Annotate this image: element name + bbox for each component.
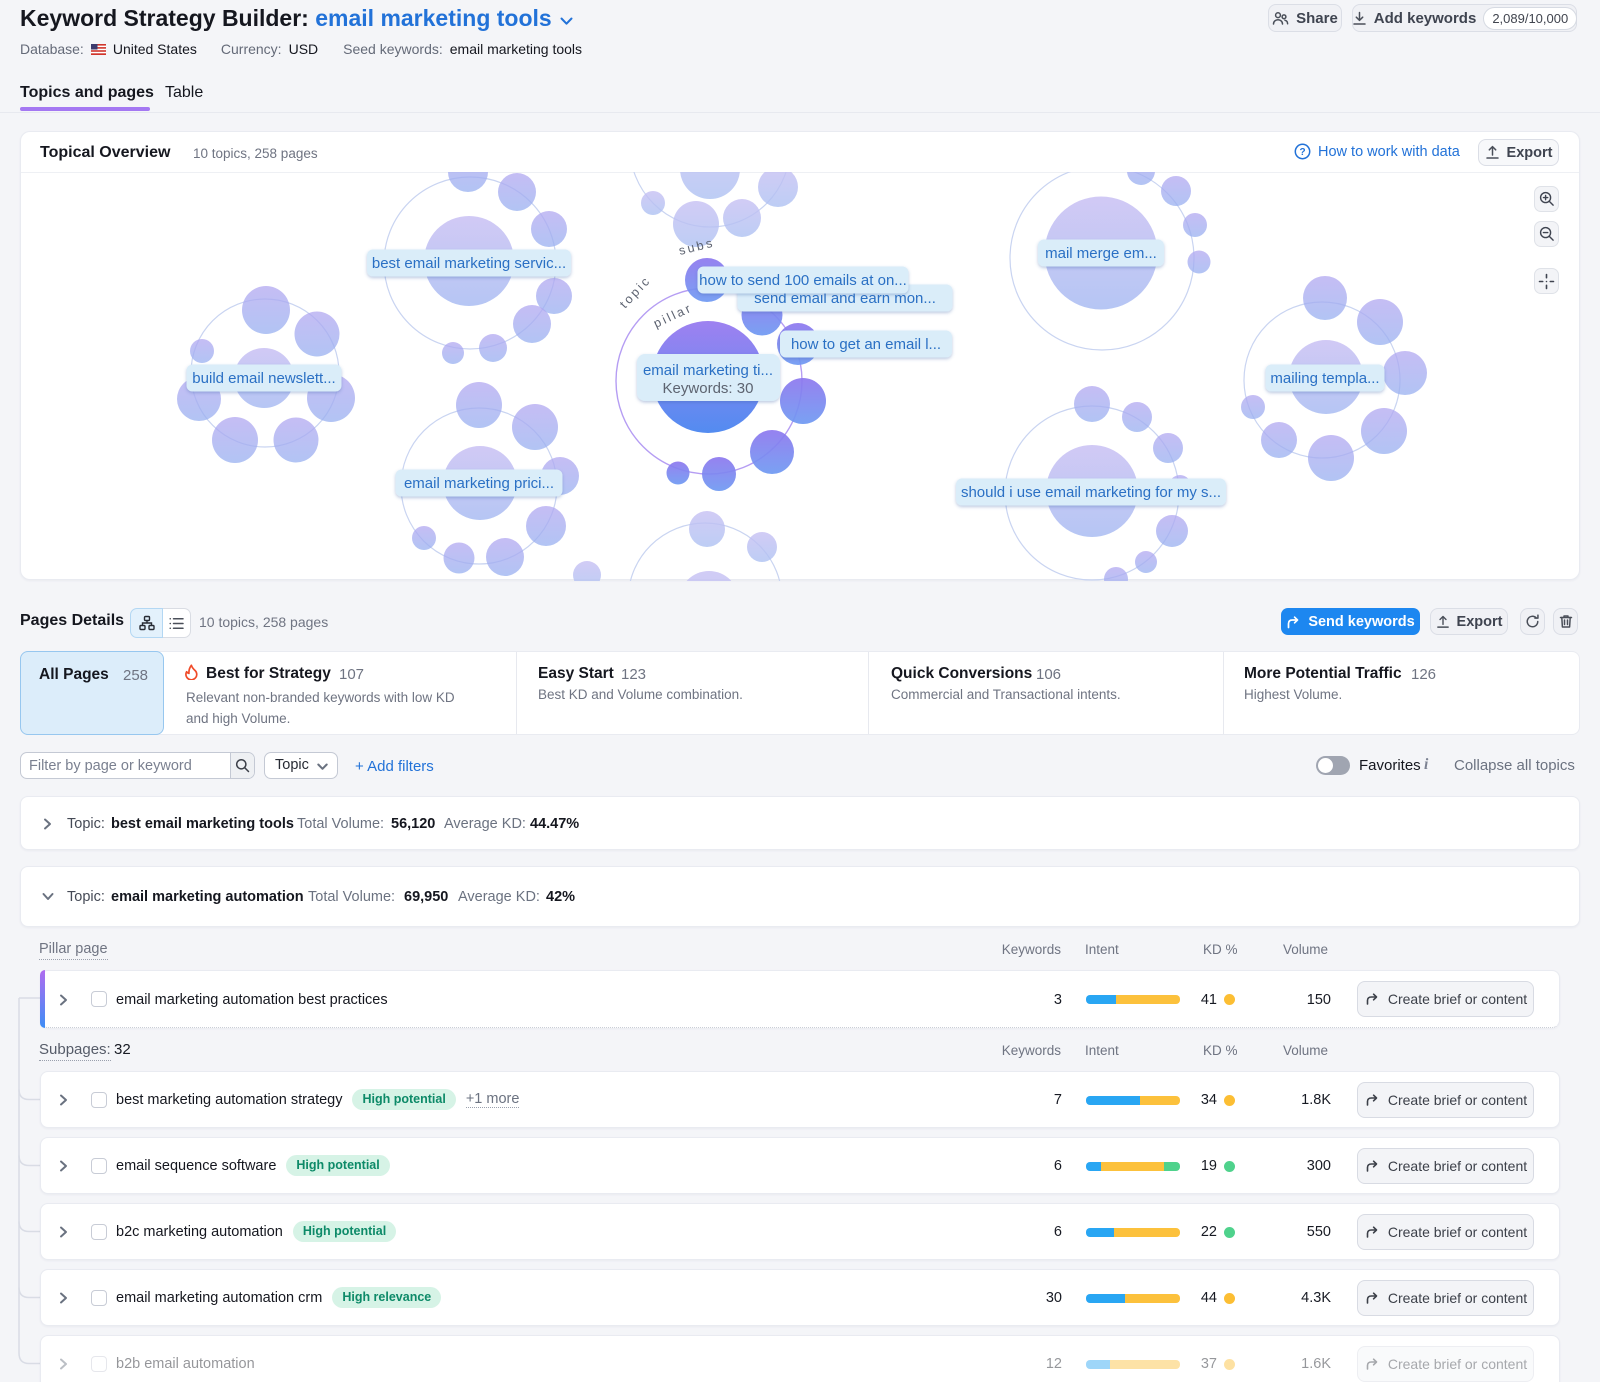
svg-text:email marketing prici...: email marketing prici... [404,475,554,492]
svg-text:mailing templa...: mailing templa... [1270,370,1379,387]
svg-text:should i use email marketing f: should i use email marketing for my s... [961,484,1221,501]
svg-text:how to get an email l...: how to get an email l... [791,336,941,353]
svg-text:email marketing ti...: email marketing ti... [643,362,773,379]
svg-text:build email newslett...: build email newslett... [192,370,335,387]
svg-text:Keywords: 30: Keywords: 30 [663,380,754,397]
svg-text:topic: topic [617,273,654,311]
svg-text:best email marketing servic...: best email marketing servic... [372,255,566,272]
svg-text:?: ? [1299,147,1305,158]
svg-text:how to send 100 emails at on..: how to send 100 emails at on... [699,272,907,289]
svg-text:mail merge em...: mail merge em... [1045,245,1157,262]
